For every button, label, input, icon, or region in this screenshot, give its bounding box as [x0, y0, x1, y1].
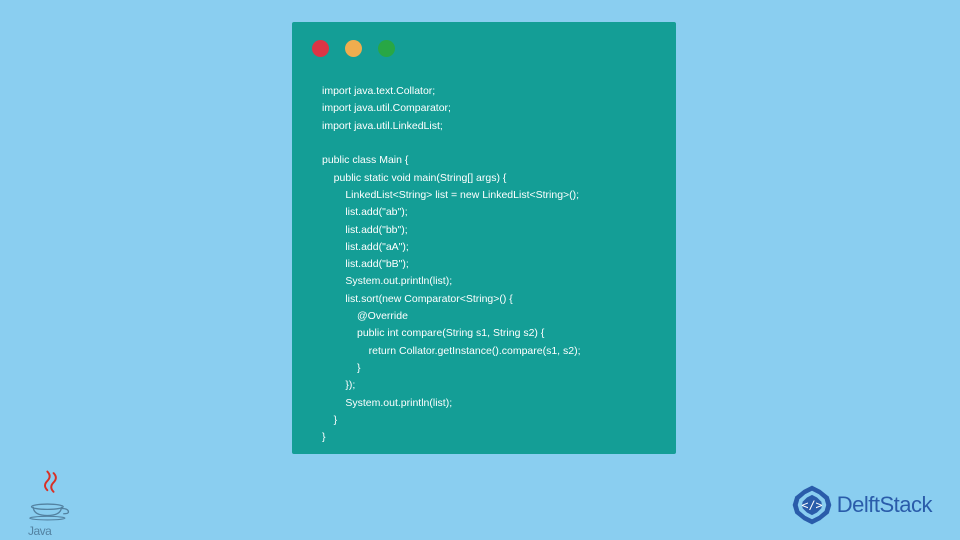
- java-steam-icon: [36, 470, 68, 498]
- delftstack-text: DelftStack: [837, 492, 932, 518]
- svg-text:</>: </>: [801, 498, 822, 512]
- code-content: import java.text.Collator; import java.u…: [292, 57, 676, 467]
- delftstack-logo: </> DelftStack: [791, 484, 932, 526]
- minimize-icon: [345, 40, 362, 57]
- java-logo: Java: [28, 470, 76, 532]
- delftstack-icon: </>: [791, 484, 833, 526]
- window-traffic-lights: [292, 22, 676, 57]
- close-icon: [312, 40, 329, 57]
- code-window: import java.text.Collator; import java.u…: [292, 22, 676, 454]
- java-cup-icon: [28, 503, 72, 521]
- maximize-icon: [378, 40, 395, 57]
- java-logo-text: Java: [28, 524, 76, 538]
